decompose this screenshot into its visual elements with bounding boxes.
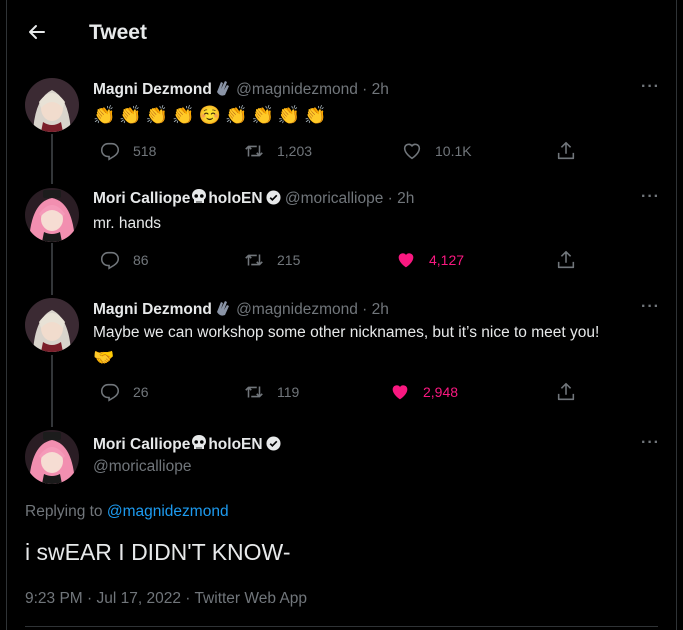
share-button[interactable] xyxy=(555,248,589,272)
retweet-button[interactable]: 119 xyxy=(243,380,299,404)
retweet-count: 215 xyxy=(277,252,301,268)
share-icon xyxy=(557,382,575,401)
reply-button[interactable]: 86 xyxy=(99,248,149,272)
reply-button[interactable]: 26 xyxy=(99,380,149,404)
reply-tweet[interactable]: Magni Dezmond @magnidezmond · 2h ··· May… xyxy=(7,298,678,416)
reply-count: 86 xyxy=(133,252,149,268)
waving-hand-icon xyxy=(216,81,229,96)
reply-icon xyxy=(100,251,120,270)
tweet-meta: Mori Calliope holoEN @moricalliope · 2h xyxy=(93,189,415,207)
handshake-emoji: 🤝 xyxy=(93,348,115,367)
tweet-text: 👏👏👏👏☺️👏👏👏👏 xyxy=(93,105,331,125)
retweet-icon xyxy=(245,254,263,266)
verified-badge-icon xyxy=(266,190,281,205)
handle[interactable]: @magnidezmond xyxy=(236,81,358,98)
back-arrow-icon xyxy=(29,25,45,39)
share-icon xyxy=(557,141,575,160)
tweet-text: mr. hands xyxy=(93,215,162,232)
reply-count: 518 xyxy=(133,143,157,159)
reply-icon xyxy=(100,142,120,161)
author-name[interactable]: Mori Calliope holoEN xyxy=(93,434,281,454)
page-header: Tweet xyxy=(7,0,678,66)
divider xyxy=(25,626,658,627)
like-count: 10.1K xyxy=(435,143,472,159)
display-name[interactable]: Magni Dezmond xyxy=(93,81,212,98)
tweet-meta: Magni Dezmond @magnidezmond · 2h xyxy=(93,298,389,319)
tweet-actions: 518 1,203 10.1K xyxy=(93,139,575,163)
focused-tweet-text: i swEAR I DIDN'T KNOW- xyxy=(25,539,291,565)
handle[interactable]: @moricalliope xyxy=(285,190,383,207)
replying-to: Replying to @magnidezmond xyxy=(25,503,229,520)
tweet-thread-column: Tweet Magni Dezmond @magnidezmond · 2h ·… xyxy=(6,0,677,630)
more-icon[interactable]: ··· xyxy=(641,188,660,206)
tweet-time[interactable]: 2h xyxy=(372,301,389,318)
retweet-count: 119 xyxy=(277,384,300,400)
page-title: Tweet xyxy=(89,21,147,44)
more-icon[interactable]: ··· xyxy=(641,298,660,316)
retweet-count: 1,203 xyxy=(277,143,313,159)
more-icon[interactable]: ··· xyxy=(641,434,660,452)
reply-count: 26 xyxy=(133,384,149,400)
tweet-meta: Magni Dezmond @magnidezmond · 2h xyxy=(93,78,389,99)
more-icon[interactable]: ··· xyxy=(641,78,660,96)
share-button[interactable] xyxy=(555,139,589,163)
reply-button[interactable]: 518 xyxy=(99,139,156,163)
handle[interactable]: @moricalliope xyxy=(93,458,191,476)
focused-tweet-header: Mori Calliope holoEN @moricalliope ··· xyxy=(7,430,678,490)
reply-icon xyxy=(100,383,120,402)
reply-tweet[interactable]: Magni Dezmond @magnidezmond · 2h ··· 👏👏👏… xyxy=(7,78,678,173)
retweet-button[interactable]: 215 xyxy=(243,248,300,272)
like-icon xyxy=(392,385,408,400)
skull-icon xyxy=(192,189,207,203)
tweet-text: Maybe we can workshop some other nicknam… xyxy=(93,322,663,369)
tweet-time[interactable]: 2h xyxy=(372,81,389,98)
like-button[interactable]: 4,127 xyxy=(395,248,464,272)
display-name[interactable]: Mori Calliope xyxy=(93,190,190,207)
skull-icon xyxy=(192,435,207,449)
avatar[interactable] xyxy=(25,430,79,484)
like-icon xyxy=(398,253,414,268)
waving-hand-icon xyxy=(216,301,229,316)
display-name[interactable]: Magni Dezmond xyxy=(93,301,212,318)
tweet-actions: 26 119 2,948 xyxy=(93,380,575,404)
retweet-icon xyxy=(245,145,263,157)
tweet-actions: 86 215 4,127 xyxy=(93,248,575,272)
handle[interactable]: @magnidezmond xyxy=(236,301,358,318)
replying-to-link[interactable]: @magnidezmond xyxy=(107,503,229,520)
retweet-button[interactable]: 1,203 xyxy=(243,139,312,163)
avatar[interactable] xyxy=(25,188,79,242)
avatar[interactable] xyxy=(25,78,79,132)
retweet-icon xyxy=(245,386,263,398)
like-count: 2,948 xyxy=(423,384,459,400)
tweet-time[interactable]: 2h xyxy=(397,190,414,207)
like-button[interactable]: 2,948 xyxy=(389,380,458,404)
like-icon xyxy=(403,143,421,160)
share-button[interactable] xyxy=(555,380,589,404)
share-icon xyxy=(557,250,575,269)
tweet-timestamp[interactable]: 9:23 PM · Jul 17, 2022 · Twitter Web App xyxy=(25,590,307,608)
like-count: 4,127 xyxy=(429,252,465,268)
verified-badge-icon xyxy=(266,436,281,451)
avatar[interactable] xyxy=(25,298,79,352)
display-name[interactable]: Mori Calliope xyxy=(93,436,190,453)
back-button[interactable] xyxy=(25,20,49,44)
reply-tweet[interactable]: Mori Calliope holoEN @moricalliope · 2h ·… xyxy=(7,188,678,283)
like-button[interactable]: 10.1K xyxy=(401,139,472,163)
